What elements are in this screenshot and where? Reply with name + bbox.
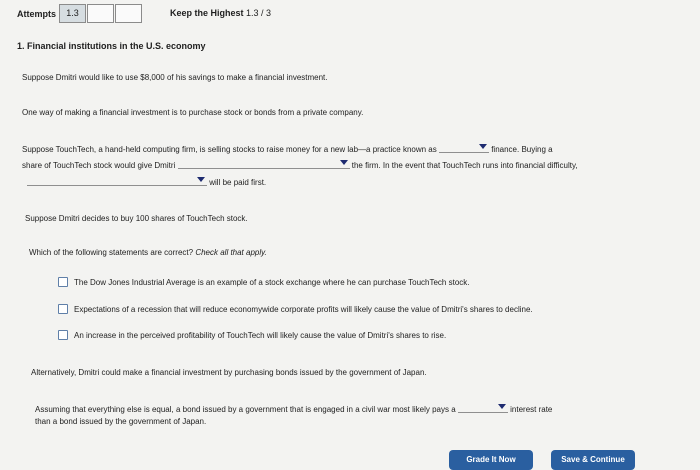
ownership-dropdown[interactable] — [177, 158, 350, 169]
finance-type-dropdown[interactable] — [438, 142, 489, 153]
interest-rate-dropdown[interactable] — [457, 402, 508, 413]
paid-first-dropdown[interactable] — [27, 175, 207, 186]
stock-text-2b: the firm. In the event that TouchTech ru… — [351, 161, 578, 170]
stock-text-2a: share of TouchTech stock would give Dmit… — [22, 161, 176, 170]
alternative-text: Alternatively, Dmitri could make a finan… — [31, 368, 427, 377]
grade-it-now-button[interactable]: Grade It Now — [449, 450, 533, 470]
option-label: Expectations of a recession that will re… — [74, 304, 533, 314]
stock-text-3: will be paid first. — [209, 178, 267, 187]
investment-way-text: One way of making a financial investment… — [22, 108, 364, 117]
checkbox[interactable] — [58, 330, 68, 340]
chevron-down-icon — [497, 404, 506, 409]
attempt-score-3 — [115, 4, 142, 23]
attempt-score-1: 1.3 — [59, 4, 86, 23]
attempts-label: Attempts — [17, 9, 57, 19]
stock-text-1b: finance. Buying a — [491, 145, 553, 154]
stock-paragraph-line-3: will be paid first. — [27, 175, 266, 189]
save-continue-button[interactable]: Save & Continue — [551, 450, 635, 470]
option-label: An increase in the perceived profitabili… — [74, 330, 447, 340]
stock-text-1a: Suppose TouchTech, a hand-held computing… — [22, 145, 437, 154]
attempts-bar: Attempts 1.3 Keep the Highest 1.3 / 3 — [0, 0, 700, 30]
option-recession[interactable]: Expectations of a recession that will re… — [58, 304, 533, 314]
option-label: The Dow Jones Industrial Average is an e… — [74, 277, 470, 287]
bond-text-1a: Assuming that everything else is equal, … — [35, 405, 456, 414]
check-all-text: Check all that apply. — [195, 248, 267, 257]
attempt-score-2 — [87, 4, 114, 23]
bond-text-2: than a bond issued by the government of … — [35, 417, 207, 426]
which-statements-text: Which of the following statements are co… — [29, 246, 267, 259]
buy-shares-text: Suppose Dmitri decides to buy 100 shares… — [25, 214, 248, 223]
bond-text-1b: interest rate — [510, 405, 553, 414]
bond-paragraph-line-1: Assuming that everything else is equal, … — [35, 402, 552, 416]
option-dow-jones[interactable]: The Dow Jones Industrial Average is an e… — [58, 277, 470, 287]
chevron-down-icon — [339, 160, 348, 165]
question-title: 1. Financial institutions in the U.S. ec… — [17, 41, 206, 51]
checkbox[interactable] — [58, 304, 68, 314]
checkbox[interactable] — [58, 277, 68, 287]
stock-paragraph-line-2: share of TouchTech stock would give Dmit… — [22, 158, 578, 172]
keep-highest-text: Keep the Highest — [170, 8, 244, 18]
keep-highest-label: Keep the Highest 1.3 / 3 — [170, 8, 271, 18]
stock-paragraph-line-1: Suppose TouchTech, a hand-held computing… — [22, 142, 553, 156]
option-profitability[interactable]: An increase in the perceived profitabili… — [58, 330, 446, 340]
chevron-down-icon — [478, 144, 487, 149]
intro-text: Suppose Dmitri would like to use $8,000 … — [22, 73, 328, 82]
which-text: Which of the following statements are co… — [29, 248, 194, 257]
chevron-down-icon — [197, 177, 205, 182]
keep-highest-score: 1.3 / 3 — [246, 8, 272, 18]
